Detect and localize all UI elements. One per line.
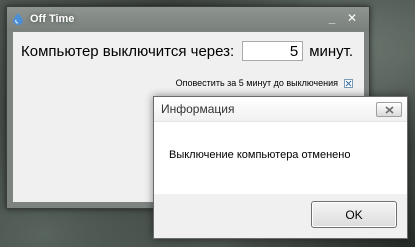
minimize-button[interactable]: _	[325, 11, 339, 25]
dialog-body: Выключение компьютера отменено	[154, 122, 407, 194]
ok-button[interactable]: OK	[311, 201, 397, 228]
main-titlebar: Off Time _ ✕	[7, 7, 369, 31]
notify-checkbox[interactable]	[344, 78, 353, 88]
window-title: Off Time	[30, 13, 75, 25]
notify-row: Оповестить за 5 минут до выключения	[176, 78, 353, 88]
dialog-close-button[interactable]	[376, 102, 402, 117]
shutdown-row: Компьютер выключится через: минут.	[21, 41, 353, 61]
water-drop-icon	[12, 13, 24, 25]
notify-label[interactable]: Оповестить за 5 минут до выключения	[176, 78, 338, 88]
info-dialog: Информация Выключение компьютера отменен…	[153, 96, 408, 239]
close-button[interactable]: ✕	[345, 11, 359, 25]
dialog-message: Выключение компьютера отменено	[169, 149, 351, 161]
minutes-unit-label: минут.	[309, 42, 354, 60]
check-icon	[345, 80, 352, 86]
dialog-title: Информация	[161, 102, 235, 116]
minutes-input[interactable]	[242, 41, 304, 61]
dialog-titlebar: Информация	[154, 97, 407, 122]
close-icon	[384, 105, 394, 114]
shutdown-prefix-label: Компьютер выключится через:	[21, 42, 235, 60]
